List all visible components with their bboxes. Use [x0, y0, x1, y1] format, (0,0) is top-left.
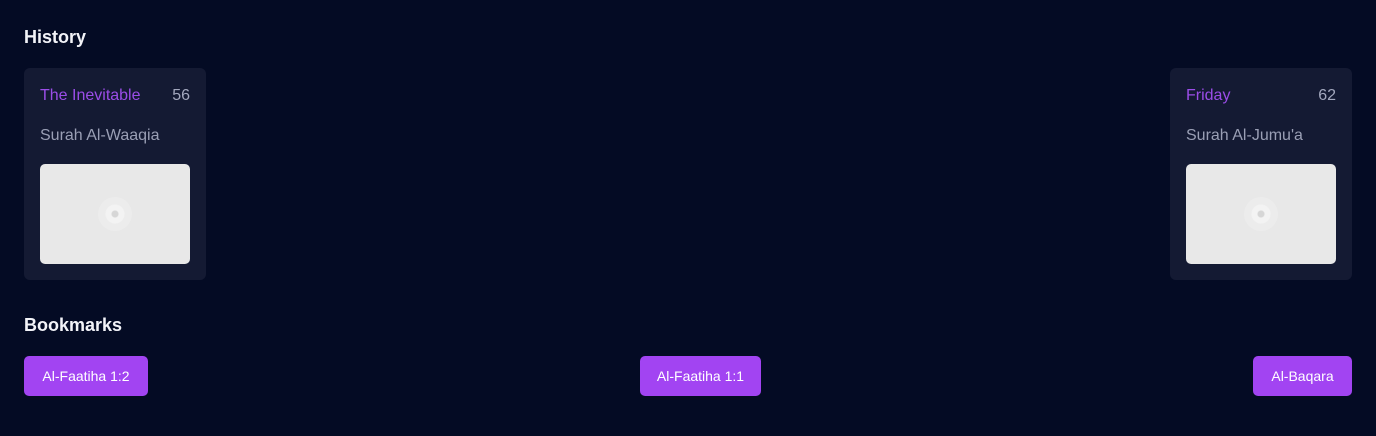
- surah-transliterated-name: Surah Al-Waaqia: [40, 127, 160, 144]
- bookmark-button-al-baqara[interactable]: Al-Baqara: [1253, 356, 1352, 396]
- history-heading: History: [24, 27, 87, 47]
- history-card-the-inevitable[interactable]: The Inevitable 56 Surah Al-Waaqia: [24, 68, 206, 280]
- surah-english-name: Friday: [1186, 87, 1231, 104]
- loading-spinner-icon: [98, 197, 132, 231]
- surah-thumbnail: [1186, 164, 1336, 264]
- bookmark-button-al-faatiha-1-2[interactable]: Al-Faatiha 1:2: [24, 356, 148, 396]
- bookmark-button-al-faatiha-1-1[interactable]: Al-Faatiha 1:1: [640, 356, 761, 396]
- history-card-header: Friday 62: [1186, 87, 1336, 105]
- surah-thumbnail: [40, 164, 190, 264]
- surah-number: 56: [172, 87, 190, 104]
- surah-number: 62: [1318, 87, 1336, 104]
- history-card-header: The Inevitable 56: [40, 87, 190, 105]
- bookmarks-heading: Bookmarks: [24, 315, 123, 335]
- history-card-friday[interactable]: Friday 62 Surah Al-Jumu'a: [1170, 68, 1352, 280]
- surah-transliterated-name: Surah Al-Jumu'a: [1186, 127, 1303, 144]
- loading-spinner-icon: [1244, 197, 1278, 231]
- surah-english-name: The Inevitable: [40, 87, 141, 104]
